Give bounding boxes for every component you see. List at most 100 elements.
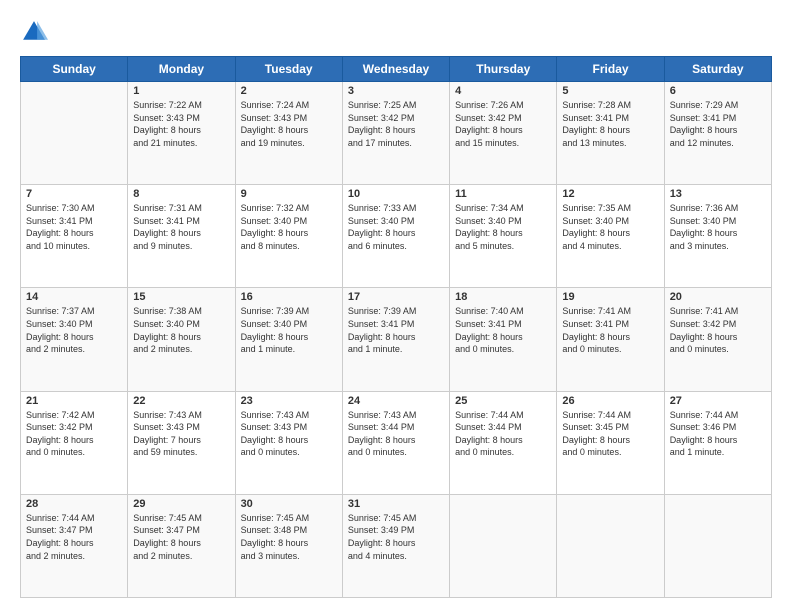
calendar-cell: 16 Sunrise: 7:39 AM Sunset: 3:40 PM Dayli…: [235, 288, 342, 391]
calendar-cell: 21 Sunrise: 7:42 AM Sunset: 3:42 PM Dayli…: [21, 391, 128, 494]
day-number: 31: [348, 498, 444, 510]
calendar-header-tuesday: Tuesday: [235, 57, 342, 82]
day-number: 23: [241, 395, 337, 407]
day-number: 4: [455, 85, 551, 97]
day-number: 18: [455, 291, 551, 303]
calendar-cell: 5 Sunrise: 7:28 AM Sunset: 3:41 PM Daylig…: [557, 82, 664, 185]
calendar-cell: [664, 494, 771, 597]
day-number: 30: [241, 498, 337, 510]
day-info: Sunrise: 7:42 AM Sunset: 3:42 PM Dayligh…: [26, 409, 122, 459]
day-number: 1: [133, 85, 229, 97]
day-info: Sunrise: 7:25 AM Sunset: 3:42 PM Dayligh…: [348, 99, 444, 149]
day-info: Sunrise: 7:41 AM Sunset: 3:42 PM Dayligh…: [670, 305, 766, 355]
calendar-cell: 12Sunrise: 7:35 AM Sunset: 3:40 PM Dayli…: [557, 185, 664, 288]
day-info: Sunrise: 7:45 AM Sunset: 3:48 PM Dayligh…: [241, 512, 337, 562]
calendar-cell: 23 Sunrise: 7:43 AM Sunset: 3:43 PM Dayli…: [235, 391, 342, 494]
day-info: Sunrise: 7:26 AM Sunset: 3:42 PM Dayligh…: [455, 99, 551, 149]
day-info: Sunrise: 7:39 AM Sunset: 3:40 PM Dayligh…: [241, 305, 337, 355]
day-info: Sunrise: 7:45 AM Sunset: 3:49 PM Dayligh…: [348, 512, 444, 562]
day-number: 21: [26, 395, 122, 407]
day-number: 27: [670, 395, 766, 407]
day-number: 3: [348, 85, 444, 97]
day-number: 15: [133, 291, 229, 303]
day-info: Sunrise: 7:37 AM Sunset: 3:40 PM Dayligh…: [26, 305, 122, 355]
day-info: Sunrise: 7:29 AM Sunset: 3:41 PM Dayligh…: [670, 99, 766, 149]
calendar-header-sunday: Sunday: [21, 57, 128, 82]
day-info: Sunrise: 7:31 AM Sunset: 3:41 PM Dayligh…: [133, 202, 229, 252]
calendar-cell: 30 Sunrise: 7:45 AM Sunset: 3:48 PM Dayli…: [235, 494, 342, 597]
day-number: 16: [241, 291, 337, 303]
calendar-cell: 26 Sunrise: 7:44 AM Sunset: 3:45 PM Dayli…: [557, 391, 664, 494]
day-info: Sunrise: 7:44 AM Sunset: 3:47 PM Dayligh…: [26, 512, 122, 562]
calendar-cell: [21, 82, 128, 185]
day-number: 17: [348, 291, 444, 303]
day-info: Sunrise: 7:43 AM Sunset: 3:44 PM Dayligh…: [348, 409, 444, 459]
day-info: Sunrise: 7:43 AM Sunset: 3:43 PM Dayligh…: [241, 409, 337, 459]
day-number: 9: [241, 188, 337, 200]
day-info: Sunrise: 7:39 AM Sunset: 3:41 PM Dayligh…: [348, 305, 444, 355]
day-number: 14: [26, 291, 122, 303]
day-info: Sunrise: 7:28 AM Sunset: 3:41 PM Dayligh…: [562, 99, 658, 149]
calendar-week-4: 21 Sunrise: 7:42 AM Sunset: 3:42 PM Dayli…: [21, 391, 772, 494]
calendar-cell: 25 Sunrise: 7:44 AM Sunset: 3:44 PM Dayli…: [450, 391, 557, 494]
calendar-cell: 3 Sunrise: 7:25 AM Sunset: 3:42 PM Daylig…: [342, 82, 449, 185]
calendar-cell: 15 Sunrise: 7:38 AM Sunset: 3:40 PM Dayli…: [128, 288, 235, 391]
calendar-cell: 31 Sunrise: 7:45 AM Sunset: 3:49 PM Dayli…: [342, 494, 449, 597]
calendar-cell: 29Sunrise: 7:45 AM Sunset: 3:47 PM Dayli…: [128, 494, 235, 597]
calendar-header-row: SundayMondayTuesdayWednesdayThursdayFrid…: [21, 57, 772, 82]
day-info: Sunrise: 7:44 AM Sunset: 3:45 PM Dayligh…: [562, 409, 658, 459]
day-number: 2: [241, 85, 337, 97]
day-number: 11: [455, 188, 551, 200]
calendar-cell: 7 Sunrise: 7:30 AM Sunset: 3:41 PM Daylig…: [21, 185, 128, 288]
day-info: Sunrise: 7:34 AM Sunset: 3:40 PM Dayligh…: [455, 202, 551, 252]
day-number: 28: [26, 498, 122, 510]
day-info: Sunrise: 7:40 AM Sunset: 3:41 PM Dayligh…: [455, 305, 551, 355]
calendar-cell: 22 Sunrise: 7:43 AM Sunset: 3:43 PM Dayli…: [128, 391, 235, 494]
page: SundayMondayTuesdayWednesdayThursdayFrid…: [0, 0, 792, 612]
day-info: Sunrise: 7:22 AM Sunset: 3:43 PM Dayligh…: [133, 99, 229, 149]
day-number: 22: [133, 395, 229, 407]
day-number: 7: [26, 188, 122, 200]
day-info: Sunrise: 7:43 AM Sunset: 3:43 PM Dayligh…: [133, 409, 229, 459]
calendar-cell: 28 Sunrise: 7:44 AM Sunset: 3:47 PM Dayli…: [21, 494, 128, 597]
calendar-header-friday: Friday: [557, 57, 664, 82]
day-info: Sunrise: 7:41 AM Sunset: 3:41 PM Dayligh…: [562, 305, 658, 355]
calendar-cell: 11 Sunrise: 7:34 AM Sunset: 3:40 PM Dayli…: [450, 185, 557, 288]
day-info: Sunrise: 7:32 AM Sunset: 3:40 PM Dayligh…: [241, 202, 337, 252]
day-info: Sunrise: 7:45 AM Sunset: 3:47 PM Dayligh…: [133, 512, 229, 562]
calendar-cell: 9 Sunrise: 7:32 AM Sunset: 3:40 PM Daylig…: [235, 185, 342, 288]
day-number: 25: [455, 395, 551, 407]
calendar-week-5: 28 Sunrise: 7:44 AM Sunset: 3:47 PM Dayli…: [21, 494, 772, 597]
day-number: 24: [348, 395, 444, 407]
day-number: 8: [133, 188, 229, 200]
calendar-cell: 8 Sunrise: 7:31 AM Sunset: 3:41 PM Daylig…: [128, 185, 235, 288]
calendar-week-3: 14 Sunrise: 7:37 AM Sunset: 3:40 PM Dayli…: [21, 288, 772, 391]
day-info: Sunrise: 7:30 AM Sunset: 3:41 PM Dayligh…: [26, 202, 122, 252]
calendar-header-wednesday: Wednesday: [342, 57, 449, 82]
header: [20, 18, 772, 46]
calendar-table: SundayMondayTuesdayWednesdayThursdayFrid…: [20, 56, 772, 598]
day-number: 13: [670, 188, 766, 200]
day-info: Sunrise: 7:38 AM Sunset: 3:40 PM Dayligh…: [133, 305, 229, 355]
calendar-header-thursday: Thursday: [450, 57, 557, 82]
calendar-cell: 19Sunrise: 7:41 AM Sunset: 3:41 PM Dayli…: [557, 288, 664, 391]
calendar-cell: 10Sunrise: 7:33 AM Sunset: 3:40 PM Dayli…: [342, 185, 449, 288]
calendar-cell: 17 Sunrise: 7:39 AM Sunset: 3:41 PM Dayli…: [342, 288, 449, 391]
calendar-cell: 24 Sunrise: 7:43 AM Sunset: 3:44 PM Dayli…: [342, 391, 449, 494]
day-number: 26: [562, 395, 658, 407]
calendar-cell: 18 Sunrise: 7:40 AM Sunset: 3:41 PM Dayli…: [450, 288, 557, 391]
calendar-cell: 20Sunrise: 7:41 AM Sunset: 3:42 PM Dayli…: [664, 288, 771, 391]
calendar-cell: 14 Sunrise: 7:37 AM Sunset: 3:40 PM Dayli…: [21, 288, 128, 391]
day-number: 5: [562, 85, 658, 97]
calendar-cell: [450, 494, 557, 597]
logo-icon: [20, 18, 48, 46]
calendar-cell: 6Sunrise: 7:29 AM Sunset: 3:41 PM Daylig…: [664, 82, 771, 185]
day-info: Sunrise: 7:44 AM Sunset: 3:44 PM Dayligh…: [455, 409, 551, 459]
calendar-header-monday: Monday: [128, 57, 235, 82]
calendar-week-2: 7 Sunrise: 7:30 AM Sunset: 3:41 PM Daylig…: [21, 185, 772, 288]
calendar-cell: [557, 494, 664, 597]
calendar-cell: 1 Sunrise: 7:22 AM Sunset: 3:43 PM Daylig…: [128, 82, 235, 185]
day-number: 12: [562, 188, 658, 200]
calendar-header-saturday: Saturday: [664, 57, 771, 82]
calendar-cell: 4 Sunrise: 7:26 AM Sunset: 3:42 PM Daylig…: [450, 82, 557, 185]
